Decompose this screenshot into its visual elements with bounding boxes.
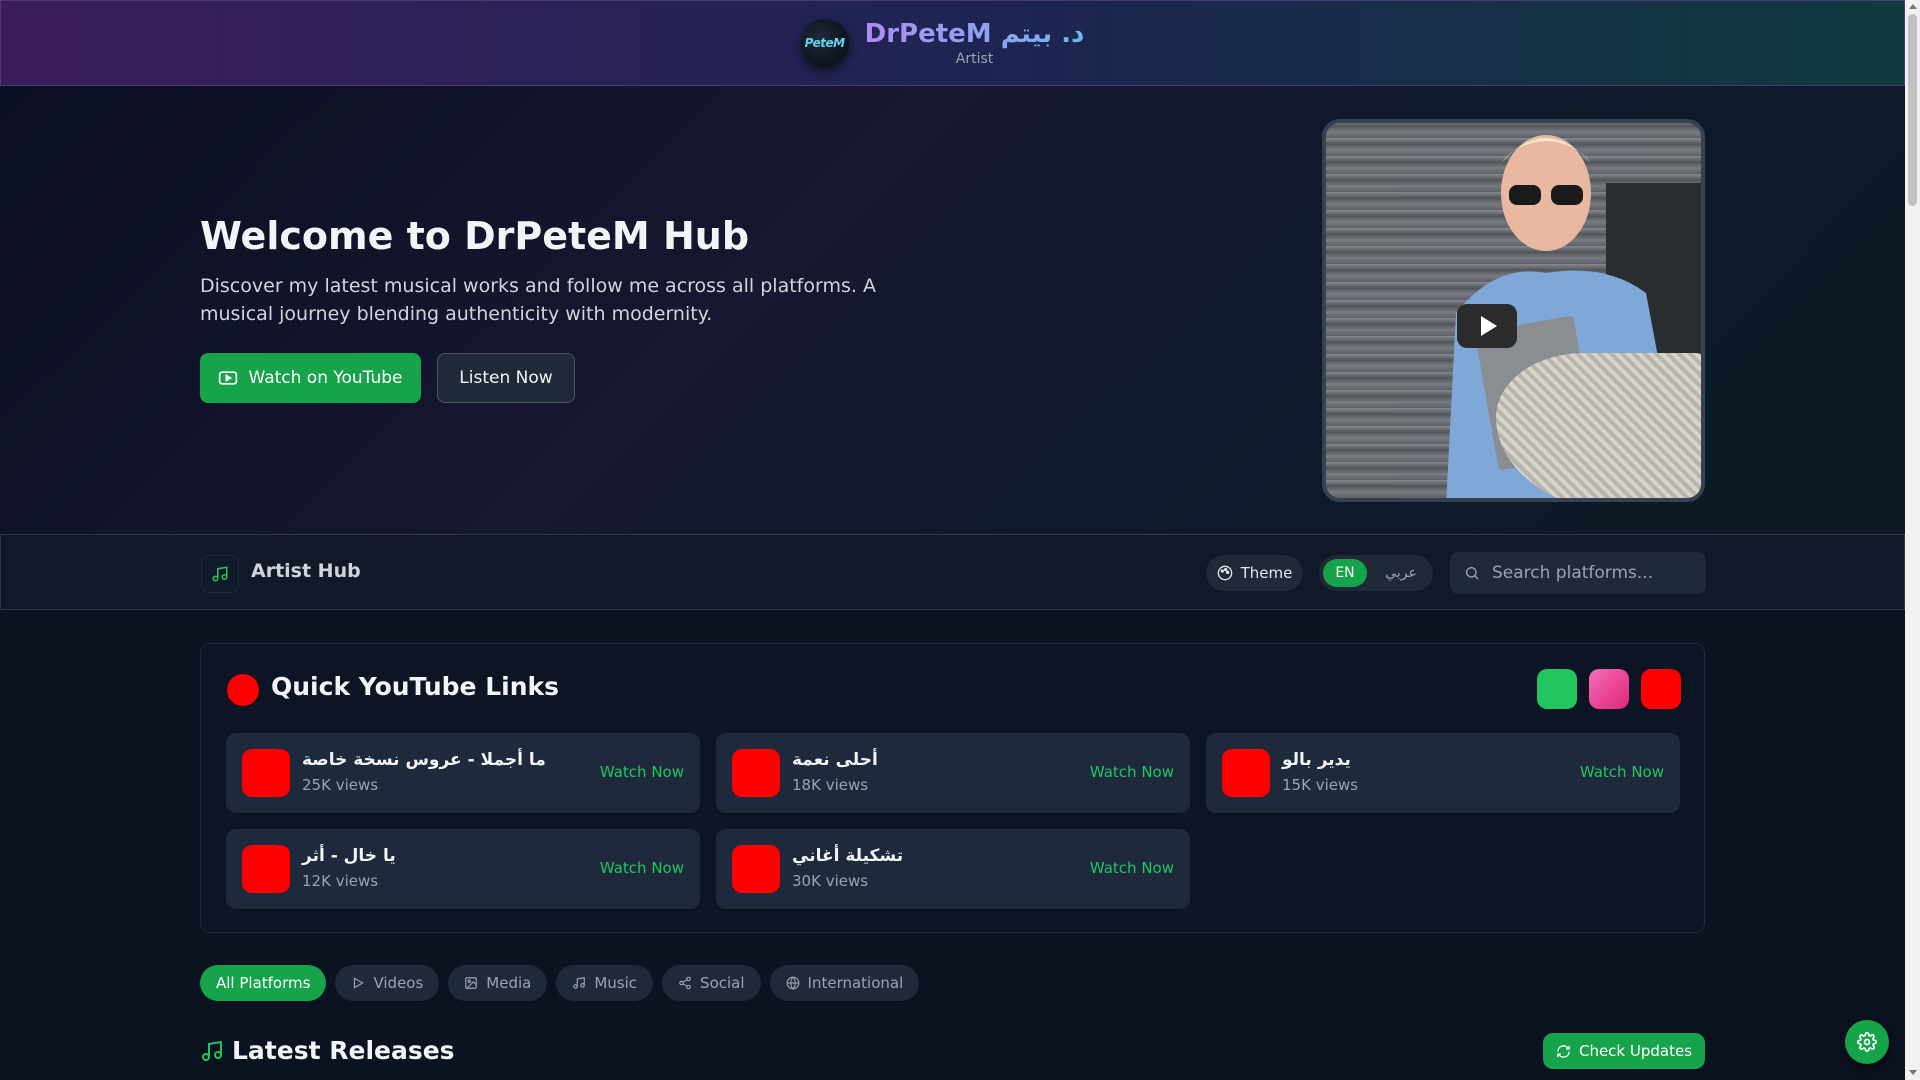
play-icon: [354, 977, 365, 989]
video-thumbnail: [1222, 749, 1270, 797]
video-title: يا خال - أثر: [302, 846, 396, 866]
hero-title: Welcome to DrPeteM Hub: [200, 214, 750, 258]
watch-now-link[interactable]: Watch Now: [1090, 763, 1174, 781]
filter-social[interactable]: Social: [662, 965, 761, 1001]
artist-hub-title: Artist Hub: [251, 560, 361, 582]
site-header: PeteM DrPeteM د. بيتم Artist: [0, 0, 1905, 86]
filter-videos[interactable]: Videos: [335, 965, 440, 1001]
youtube-icon: [219, 371, 238, 385]
quick-link-item[interactable]: أحلى نعمة 18K views Watch Now: [716, 733, 1190, 813]
video-views: 25K views: [302, 776, 379, 794]
logo-text: PeteM: [804, 36, 845, 50]
artist-photo[interactable]: [1322, 119, 1705, 502]
hero-section: Welcome to DrPeteM Hub Discover my lates…: [0, 86, 1905, 534]
video-title: يدير بالو: [1282, 750, 1351, 770]
video-thumbnail: [242, 749, 290, 797]
language-en-button[interactable]: EN: [1323, 559, 1367, 587]
video-thumbnail: [242, 845, 290, 893]
video-thumbnail: [732, 845, 780, 893]
watch-now-link[interactable]: Watch Now: [600, 859, 684, 877]
filter-media[interactable]: Media: [448, 965, 548, 1001]
video-title: تشكيلة أغاني: [792, 846, 904, 866]
quick-link-item[interactable]: يا خال - أثر 12K views Watch Now: [226, 829, 700, 909]
filter-label: Music: [594, 974, 638, 992]
search-box: [1450, 552, 1706, 594]
video-views: 12K views: [302, 872, 379, 890]
quick-link-item[interactable]: ما أجملا - عروس نسخة خاصة 25K views Watc…: [226, 733, 700, 813]
settings-gear-button[interactable]: [1845, 1020, 1889, 1064]
share-icon: [679, 976, 691, 990]
brand-text: DrPeteM د. بيتم Artist: [865, 19, 1085, 67]
video-thumbnail: [732, 749, 780, 797]
language-ar-button[interactable]: عربي: [1373, 565, 1429, 581]
watch-on-youtube-label: Watch on YouTube: [248, 368, 403, 388]
video-views: 18K views: [792, 776, 869, 794]
search-input[interactable]: [1492, 563, 1692, 583]
platform-instagram-button[interactable]: [1589, 669, 1629, 709]
photo-cushion: [1496, 353, 1701, 498]
check-updates-button[interactable]: Check Updates: [1543, 1033, 1705, 1069]
refresh-icon: [1557, 1044, 1570, 1058]
listen-now-button[interactable]: Listen Now: [437, 353, 575, 403]
quick-youtube-links-card: Quick YouTube Links ما أجملا - عروس نسخة…: [200, 643, 1705, 933]
scroll-up-arrow[interactable]: [1909, 4, 1917, 9]
platform-green-button[interactable]: [1537, 669, 1577, 709]
latest-releases-header: Latest Releases: [200, 1036, 455, 1065]
watch-now-link[interactable]: Watch Now: [1580, 763, 1664, 781]
palette-icon: [1217, 565, 1232, 581]
watch-on-youtube-button[interactable]: Watch on YouTube: [200, 353, 421, 403]
play-icon[interactable]: [1457, 304, 1517, 348]
music-note-icon: [202, 1040, 222, 1061]
filter-label: Social: [700, 974, 745, 992]
platform-youtube-button[interactable]: [1641, 669, 1681, 709]
music-note-icon: [201, 555, 239, 593]
listen-now-label: Listen Now: [459, 368, 553, 388]
youtube-icon: [227, 674, 259, 706]
artist-hub-bar: Artist Hub Theme EN عربي: [0, 534, 1905, 610]
brand-name: DrPeteM د. بيتم: [864, 19, 1085, 49]
filter-music[interactable]: Music: [556, 965, 654, 1001]
quick-links-title: Quick YouTube Links: [271, 672, 560, 701]
video-views: 15K views: [1282, 776, 1359, 794]
brand-subtitle: Artist: [955, 51, 994, 67]
artist-logo[interactable]: PeteM: [800, 19, 849, 67]
video-views: 30K views: [792, 872, 869, 890]
filter-label: International: [807, 974, 904, 992]
video-title: أحلى نعمة: [792, 750, 878, 770]
page-scrollbar[interactable]: [1905, 0, 1920, 1080]
gear-icon: [1857, 1032, 1877, 1052]
theme-label: Theme: [1240, 564, 1293, 582]
filter-label: Media: [486, 974, 532, 992]
video-title: ما أجملا - عروس نسخة خاصة: [302, 750, 546, 770]
theme-button[interactable]: Theme: [1206, 555, 1303, 591]
watch-now-link[interactable]: Watch Now: [600, 763, 684, 781]
quick-link-item[interactable]: تشكيلة أغاني 30K views Watch Now: [716, 829, 1190, 909]
hero-description: Discover my latest musical works and fol…: [200, 275, 876, 325]
music-note-icon: [573, 977, 586, 989]
filter-all-platforms[interactable]: All Platforms: [200, 965, 327, 1001]
check-updates-label: Check Updates: [1578, 1042, 1693, 1060]
image-icon: [465, 977, 478, 989]
globe-icon: [786, 976, 799, 990]
latest-releases-title: Latest Releases: [232, 1036, 455, 1065]
search-icon: [1466, 567, 1479, 580]
language-switch: EN عربي: [1319, 555, 1433, 591]
brand[interactable]: PeteM DrPeteM د. بيتم Artist: [800, 19, 1085, 67]
filter-label: Videos: [373, 974, 424, 992]
watch-now-link[interactable]: Watch Now: [1090, 859, 1174, 877]
filter-international[interactable]: International: [769, 965, 920, 1001]
quick-link-item[interactable]: يدير بالو 15K views Watch Now: [1206, 733, 1680, 813]
scrollbar-thumb[interactable]: [1908, 14, 1917, 206]
filter-label: All Platforms: [216, 974, 311, 992]
platform-filter-chips: All Platforms Videos Media Music Social …: [200, 965, 920, 1001]
scroll-down-arrow[interactable]: [1909, 1070, 1917, 1075]
